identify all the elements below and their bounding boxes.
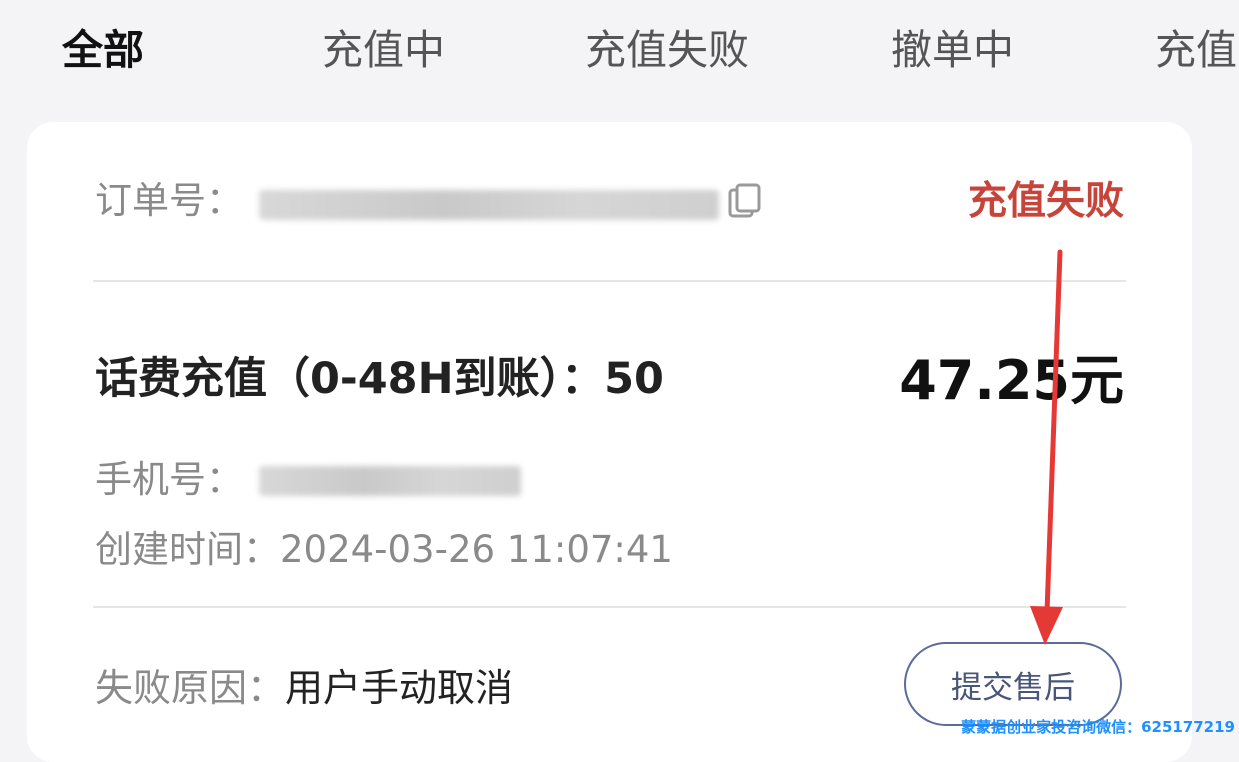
order-status: 充值失败 xyxy=(968,178,1124,226)
order-number-label: 订单号： xyxy=(95,178,243,224)
fail-reason-label: 失败原因： xyxy=(95,666,285,710)
tab-all[interactable]: 全部 xyxy=(62,24,144,76)
order-price: 47.25元 xyxy=(899,350,1124,412)
submit-after-sale-button[interactable]: 提交售后 xyxy=(904,642,1122,726)
created-time-label: 创建时间： xyxy=(95,528,280,571)
tab-recharge-failed[interactable]: 充值失败 xyxy=(585,24,749,76)
divider xyxy=(93,280,1126,282)
product-name: 话费充值（0-48H到账）：50 xyxy=(95,352,664,406)
tab-cancelling[interactable]: 撤单中 xyxy=(891,24,1014,76)
order-number-value xyxy=(259,190,719,220)
created-time: 创建时间：2024-03-26 11:07:41 xyxy=(95,527,673,573)
phone-value xyxy=(259,466,521,496)
tab-recharge-more[interactable]: 充值 xyxy=(1155,24,1237,76)
status-tabs: 全部 充值中 充值失败 撤单中 充值 xyxy=(0,0,1239,105)
fail-reason: 失败原因：用户手动取消 xyxy=(95,664,513,712)
fail-reason-value: 用户手动取消 xyxy=(285,666,513,710)
watermark: 蒙蒙据创业家投咨询微信：625177219 xyxy=(961,716,1235,737)
copy-icon[interactable] xyxy=(727,182,763,222)
tab-recharging[interactable]: 充值中 xyxy=(322,24,445,76)
divider xyxy=(93,606,1126,608)
phone-label: 手机号： xyxy=(95,457,243,503)
order-card: 订单号： 充值失败 话费充值（0-48H到账）：50 47.25元 手机号： 创… xyxy=(27,122,1192,762)
created-time-value: 2024-03-26 11:07:41 xyxy=(280,528,673,571)
